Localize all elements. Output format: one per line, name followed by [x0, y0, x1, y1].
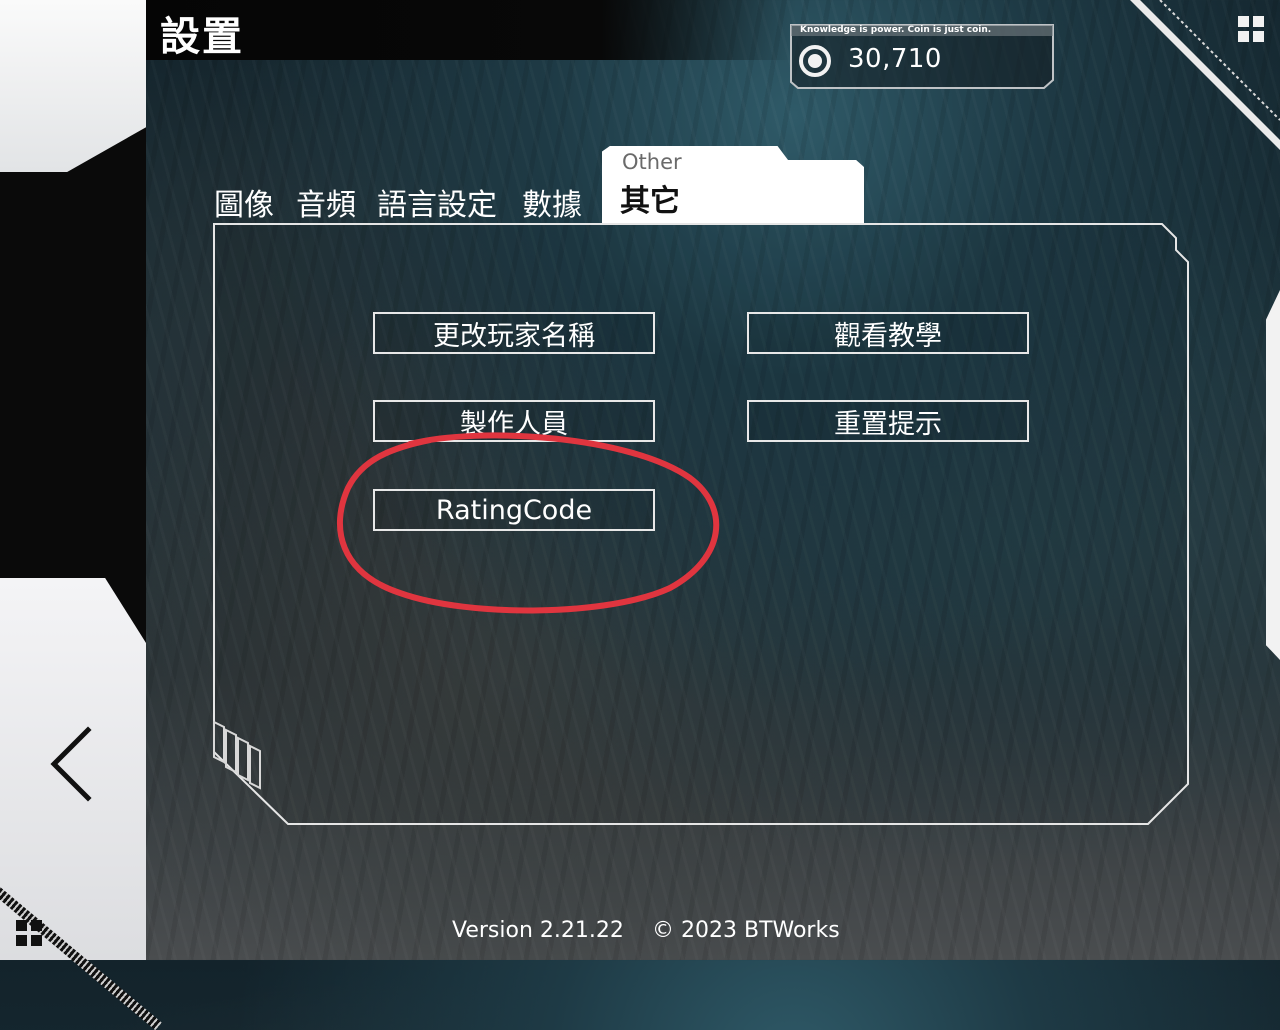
reset-hints-button[interactable]: 重置提示 [747, 400, 1029, 442]
copyright-label: © 2023 BTWorks [652, 918, 840, 943]
change-player-name-button[interactable]: 更改玩家名稱 [373, 312, 655, 354]
tab-data[interactable]: 數據 [522, 180, 582, 224]
page-title: 設置 [160, 14, 244, 60]
coin-motto: Knowledge is power. Coin is just coin. [800, 25, 992, 35]
chevron-left-icon [50, 726, 92, 802]
coin-balance: 30,710 [848, 44, 942, 74]
grid-icon[interactable] [1236, 14, 1266, 44]
grid-icon [16, 920, 42, 946]
tab-language[interactable]: 語言設定 [377, 180, 497, 224]
tab-other-en-label[interactable]: Other [622, 150, 682, 174]
credits-button[interactable]: 製作人員 [373, 400, 655, 442]
tab-other[interactable]: 其它 [620, 176, 680, 220]
tab-graphics[interactable]: 圖像 [214, 180, 274, 224]
coin-icon [799, 45, 831, 77]
back-button[interactable] [38, 722, 108, 812]
tab-audio[interactable]: 音頻 [296, 180, 356, 224]
version-label: Version 2.21.22 [452, 918, 624, 943]
rating-code-button[interactable]: RatingCode [373, 489, 655, 531]
right-edge-panel [1266, 290, 1280, 660]
settings-panel-frame [213, 223, 1189, 825]
watch-tutorial-button[interactable]: 觀看教學 [747, 312, 1029, 354]
